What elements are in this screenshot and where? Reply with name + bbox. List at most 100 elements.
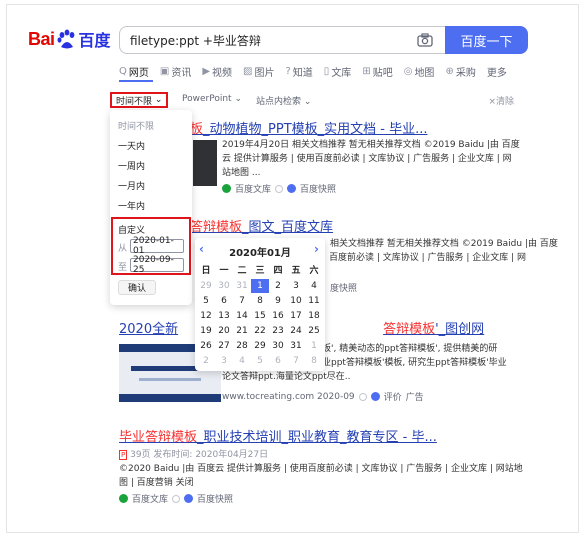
- result-title-link[interactable]: 答辩模板_图文_百度文库: [190, 216, 530, 235]
- title-text: _动物植物_PPT模板_实用文档 - 毕业...: [203, 122, 428, 137]
- calendar-day[interactable]: 8: [251, 294, 269, 308]
- menu-item-one-year[interactable]: 一年内: [118, 199, 145, 212]
- ppt-icon: P: [119, 450, 128, 460]
- calendar-day[interactable]: 7: [233, 294, 251, 308]
- tab-zhidao[interactable]: ? 知道: [285, 64, 312, 79]
- calendar-day[interactable]: 22: [251, 324, 269, 338]
- calendar-day[interactable]: 15: [251, 309, 269, 323]
- source-label[interactable]: 百度文库: [132, 492, 168, 505]
- to-date-input[interactable]: 2020-09-25: [130, 255, 184, 275]
- tab-images[interactable]: ▨ 图片: [243, 64, 274, 79]
- menu-item-one-day[interactable]: 一天内: [118, 139, 145, 152]
- rating-link[interactable]: 评价: [384, 390, 402, 403]
- calendar-day[interactable]: 31: [287, 339, 305, 353]
- search-button[interactable]: 百度一下: [445, 26, 528, 54]
- calendar-day[interactable]: 28: [233, 339, 251, 353]
- calendar-day[interactable]: 3: [215, 354, 233, 368]
- tab-label: 知道: [292, 68, 313, 79]
- calendar-month-title: 2020年01月: [229, 248, 291, 259]
- calendar-day[interactable]: 16: [269, 309, 287, 323]
- tab-web[interactable]: Q 网页: [119, 64, 149, 79]
- calendar-day[interactable]: 3: [287, 279, 305, 293]
- calendar-day[interactable]: 4: [233, 354, 251, 368]
- calendar-day[interactable]: 5: [197, 294, 215, 308]
- result-title-link[interactable]: 板_动物植物_PPT模板_实用文档 - 毕业...: [190, 118, 530, 137]
- menu-item-any-time[interactable]: 时间不限: [118, 119, 154, 132]
- search-input[interactable]: filetype:ppt +毕业答辩: [119, 26, 445, 54]
- calendar-day-selected[interactable]: 1: [251, 279, 269, 293]
- clear-filters-button[interactable]: ×清除: [488, 94, 514, 107]
- calendar-day[interactable]: 7: [287, 354, 305, 368]
- calendar-day[interactable]: 19: [197, 324, 215, 338]
- result-thumbnail[interactable]: [193, 140, 217, 186]
- calendar-day[interactable]: 31: [233, 279, 251, 293]
- calendar-day[interactable]: 30: [269, 339, 287, 353]
- result-meta: 百度文库 百度快照: [119, 492, 529, 505]
- calendar-day[interactable]: 12: [197, 309, 215, 323]
- verified-icon: [287, 184, 297, 193]
- calendar-grid: 日一二三四五六 29 30 31 1 2 3 4 5 6 7 8 9 10 11 12 13 14 15 16 17 18…: [197, 264, 323, 368]
- from-date-input[interactable]: 2020-01-01: [130, 236, 184, 256]
- next-month-icon[interactable]: ›: [314, 242, 319, 256]
- calendar-day[interactable]: 24: [287, 324, 305, 338]
- time-filter-dropdown[interactable]: 时间不限 ⌄: [110, 92, 169, 108]
- calendar-day[interactable]: 2: [269, 279, 287, 293]
- calendar-day[interactable]: 25: [305, 324, 323, 338]
- result-url[interactable]: www.tocreating.com 2020-09: [222, 392, 355, 402]
- wenku-icon: [119, 494, 128, 503]
- search-icon: Q: [119, 66, 127, 77]
- filetype-filter-dropdown[interactable]: PowerPoint ⌄: [182, 94, 242, 104]
- calendar-day[interactable]: 30: [215, 279, 233, 293]
- title-text: 2020全新: [119, 322, 179, 337]
- calendar-day[interactable]: 23: [269, 324, 287, 338]
- calendar-day[interactable]: 21: [233, 324, 251, 338]
- site-filter-dropdown[interactable]: 站点内检索 ⌄: [256, 94, 311, 107]
- calendar-day[interactable]: 13: [215, 309, 233, 323]
- calendar-day[interactable]: 29: [251, 339, 269, 353]
- result-doc-meta: P 39页 发布时间: 2020年04月27日: [119, 448, 529, 462]
- chevron-down-icon: ⌄: [154, 95, 163, 105]
- snippet-line: 板', 精美动态的ppt答辩模板', 提供精美的研: [322, 344, 498, 354]
- tab-wenku[interactable]: ▯ 文库: [324, 64, 352, 79]
- source-label[interactable]: 百度文库: [235, 182, 271, 195]
- calendar-day[interactable]: 5: [251, 354, 269, 368]
- snapshot-link[interactable]: 百度快照: [197, 492, 233, 505]
- calendar-day[interactable]: 10: [287, 294, 305, 308]
- tab-purchase[interactable]: ⊕ 采购: [445, 64, 475, 79]
- calendar-day[interactable]: 17: [287, 309, 305, 323]
- thumbnail-bar: [139, 378, 201, 381]
- calendar-day[interactable]: 11: [305, 294, 323, 308]
- baidu-logo[interactable]: Bai 百度: [28, 26, 111, 52]
- calendar-day[interactable]: 27: [215, 339, 233, 353]
- confirm-button[interactable]: 确认: [118, 280, 156, 295]
- tab-tieba[interactable]: ⊞ 贴吧: [362, 64, 392, 79]
- calendar-day[interactable]: 29: [197, 279, 215, 293]
- snapshot-link[interactable]: 度快照: [330, 281, 357, 294]
- menu-item-one-month[interactable]: 一月内: [118, 179, 145, 192]
- menu-item-one-week[interactable]: 一周内: [118, 159, 145, 172]
- tab-map[interactable]: ◎ 地图: [404, 64, 435, 79]
- tieba-icon: ⊞: [362, 66, 371, 77]
- calendar-day[interactable]: 26: [197, 339, 215, 353]
- calendar-day[interactable]: 14: [233, 309, 251, 323]
- result-snippet: 相关文档推荐 暂无相关推荐文档 ©2019 Baidu |由 百度: [330, 237, 558, 251]
- calendar-day[interactable]: 4: [305, 279, 323, 293]
- calendar-day[interactable]: 9: [269, 294, 287, 308]
- calendar-day[interactable]: 1: [305, 339, 323, 353]
- calendar-day[interactable]: 6: [215, 294, 233, 308]
- tab-label: 资讯: [171, 68, 192, 79]
- snippet-line: 2019年4月20日 相关文档推荐 暂无相关推荐文档 ©2019 Baidu |…: [222, 140, 520, 150]
- tab-video[interactable]: ▶ 视频: [202, 64, 232, 79]
- calendar-day[interactable]: 20: [215, 324, 233, 338]
- snippet-line: 图 | 百度营销 关闭: [119, 478, 194, 488]
- calendar-day[interactable]: 8: [305, 354, 323, 368]
- calendar-day[interactable]: 2: [197, 354, 215, 368]
- calendar-day[interactable]: 18: [305, 309, 323, 323]
- result-title-link[interactable]: 毕业答辩模板_职业技术培训_职业教育_教育专区 - 毕...: [119, 426, 529, 445]
- calendar-day[interactable]: 6: [269, 354, 287, 368]
- tab-news[interactable]: ▣ 资讯: [160, 64, 191, 79]
- snippet-line: ©2020 Baidu |由 百度云 提供计算服务 | 使用百度前必读 | 文库…: [119, 464, 523, 474]
- camera-icon[interactable]: [417, 33, 433, 47]
- snapshot-link[interactable]: 百度快照: [300, 182, 336, 195]
- tab-more[interactable]: 更多: [487, 64, 507, 79]
